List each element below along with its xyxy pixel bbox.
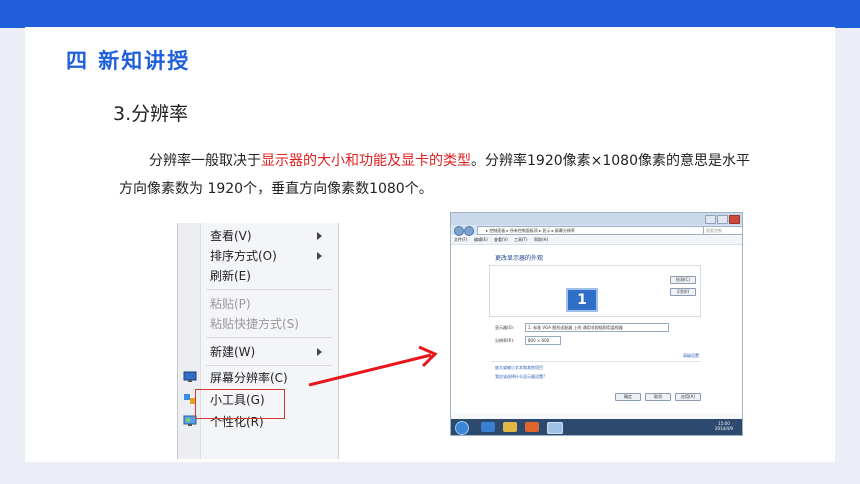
advanced-settings-link[interactable]: 高级设置 xyxy=(683,353,699,359)
desktop-context-menu: 查看(V) 排序方式(O) 刷新(E) 粘贴(P) 粘贴快捷方式(S) 新建(W… xyxy=(177,223,339,459)
display-icon xyxy=(183,371,197,382)
text-size-link[interactable]: 放大或缩小文本和其他项目 xyxy=(495,365,543,371)
back-icon[interactable] xyxy=(454,226,464,236)
detect-button[interactable]: 检测(C) xyxy=(670,276,696,284)
display-label: 显示器(S): xyxy=(495,325,515,330)
clock-date: 2014/4/9 xyxy=(715,426,733,431)
menu-tools[interactable]: 工具(T) xyxy=(514,237,528,243)
forward-icon[interactable] xyxy=(464,226,474,236)
monitor-icon[interactable]: 1 xyxy=(566,288,598,312)
submenu-arrow-icon xyxy=(317,252,322,260)
window-menubar: 文件(F) 编辑(E) 查看(V) 工具(T) 帮助(H) xyxy=(451,236,742,245)
close-button[interactable] xyxy=(729,215,740,224)
menu-item-sort[interactable]: 排序方式(O) xyxy=(210,247,330,265)
window-content: 更改显示器的外观 1 检测(C) 识别(I) 显示器(S): 1. 标准 VGA… xyxy=(451,245,742,413)
identify-button[interactable]: 识别(I) xyxy=(670,288,696,296)
explorer-icon[interactable] xyxy=(503,422,517,432)
menu-item-paste[interactable]: 粘贴(P) xyxy=(210,295,251,313)
ie-icon[interactable] xyxy=(481,422,495,432)
screen-resolution-window: ▸ 控制面板 ▸ 所有控制面板项 ▸ 显示 ▸ 屏幕分辨率 搜索控制 文件(F)… xyxy=(450,212,743,436)
slide-card: 四 新知讲授 3.分辨率 分辨率一般取决于显示器的大小和功能及显卡的类型。分辨率… xyxy=(25,27,835,462)
minimize-button[interactable] xyxy=(705,215,716,224)
menu-view[interactable]: 查看(V) xyxy=(494,237,508,243)
resolution-select[interactable]: 800 × 600 xyxy=(525,336,561,345)
section-heading: 四 新知讲授 xyxy=(66,49,191,73)
ok-button[interactable]: 确定 xyxy=(615,393,641,401)
display-help-link[interactable]: 我应该选择什么显示器设置? xyxy=(495,374,545,380)
paragraph-highlight: 显示器的大小和功能及显卡的类型 xyxy=(261,153,471,169)
monitor-preview-area: 1 检测(C) 识别(I) xyxy=(489,265,701,317)
screen-resolution-callout xyxy=(195,389,285,419)
menu-help[interactable]: 帮助(H) xyxy=(534,237,548,243)
taskbar-clock: 15:00 2014/4/9 xyxy=(709,421,739,431)
apply-button[interactable]: 应用(A) xyxy=(675,393,701,401)
content-divider xyxy=(491,361,701,362)
search-input[interactable]: 搜索控制 xyxy=(703,226,742,235)
display-select[interactable]: 1. 标准 VGA 图形适配器 上的 通用非即插即用监视器 xyxy=(525,323,669,332)
menu-item-view[interactable]: 查看(V) xyxy=(210,227,330,245)
red-arrow-icon xyxy=(308,345,438,387)
menu-separator xyxy=(206,289,332,290)
taskbar: 15:00 2014/4/9 xyxy=(451,419,742,435)
subsection-heading: 3.分辨率 xyxy=(113,103,189,125)
monitor-number: 1 xyxy=(577,292,587,308)
menu-item-screen-resolution[interactable]: 屏幕分辨率(C) xyxy=(210,369,288,387)
submenu-arrow-icon xyxy=(317,232,322,240)
maximize-button[interactable] xyxy=(717,215,728,224)
menu-item-refresh[interactable]: 刷新(E) xyxy=(210,267,251,285)
top-band xyxy=(0,0,860,28)
menu-edit[interactable]: 编辑(E) xyxy=(474,237,488,243)
start-button[interactable] xyxy=(455,421,469,435)
cancel-button[interactable]: 取消 xyxy=(645,393,671,401)
paragraph-part1: 分辨率一般取决于 xyxy=(149,153,261,169)
menu-item-paste-shortcut[interactable]: 粘贴快捷方式(S) xyxy=(210,315,299,333)
resolution-label: 分辨率(R): xyxy=(495,338,515,343)
media-player-icon[interactable] xyxy=(525,422,539,432)
address-bar[interactable]: ▸ 控制面板 ▸ 所有控制面板项 ▸ 显示 ▸ 屏幕分辨率 xyxy=(477,226,707,235)
body-paragraph: 分辨率一般取决于显示器的大小和功能及显卡的类型。分辨率1920像素×1080像素… xyxy=(119,147,759,203)
window-content-title: 更改显示器的外观 xyxy=(495,255,544,262)
menu-separator xyxy=(206,337,332,338)
window-titlebar xyxy=(451,213,742,225)
control-panel-taskbar-icon[interactable] xyxy=(547,422,563,434)
menu-file[interactable]: 文件(F) xyxy=(454,237,467,243)
